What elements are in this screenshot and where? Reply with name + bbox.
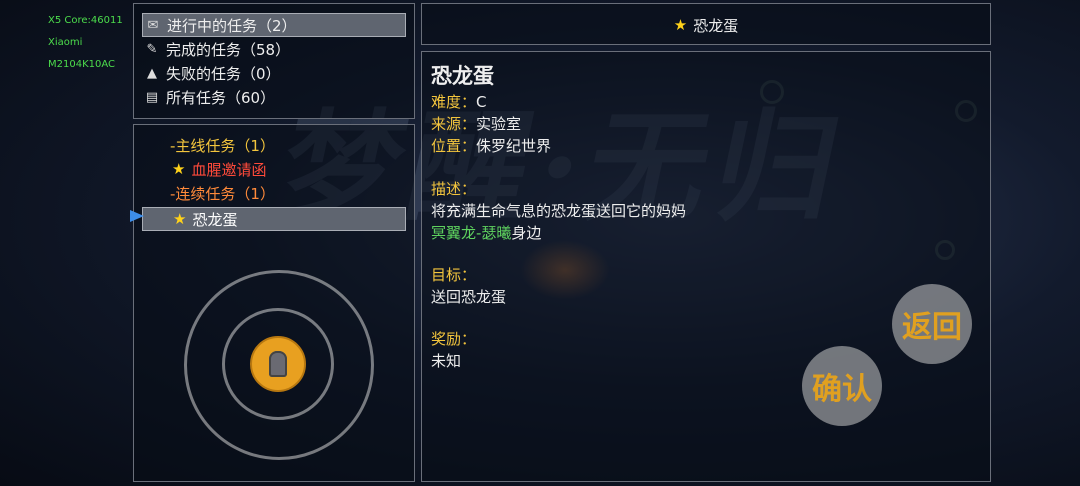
- npc-suffix: 身边: [511, 224, 542, 242]
- tree-quest-dino-egg-label: 恐龙蛋: [192, 210, 238, 229]
- difficulty-row: 难度：C: [431, 91, 487, 113]
- device-core-text: X5 Core:46011: [48, 15, 123, 26]
- character-icon: [269, 351, 287, 377]
- npc-name: 冥翼龙-瑟曦: [431, 224, 512, 242]
- book-icon: ▤: [145, 89, 159, 105]
- joystick-knob[interactable]: [250, 336, 306, 392]
- filter-completed[interactable]: ✎ 完成的任务（58）: [142, 37, 406, 61]
- description-npc-row: 冥翼龙-瑟曦身边: [431, 222, 541, 244]
- device-model-text: M2104K10AC: [48, 59, 116, 70]
- device-brand-text: Xiaomi: [48, 37, 83, 48]
- location-label: 位置：: [431, 137, 477, 155]
- tree-quest-invitation-label: 血腥邀请函: [191, 160, 267, 179]
- reward-label: 奖励：: [431, 330, 477, 348]
- selection-pointer-icon: [130, 210, 144, 222]
- star-icon: ★: [173, 210, 187, 228]
- filter-in-progress-label: 进行中的任务（2）: [167, 16, 297, 35]
- source-value: 实验室: [476, 115, 522, 133]
- goal-value: 送回恐龙蛋: [431, 288, 507, 306]
- difficulty-label: 难度：: [431, 93, 477, 111]
- device-info: X5 Core:46011 Xiaomi M2104K10AC: [48, 10, 123, 76]
- description-line: 将充满生命气息的恐龙蛋送回它的妈妈: [431, 202, 687, 220]
- confirm-button[interactable]: 确认: [802, 346, 882, 426]
- tree-group-main[interactable]: -主线任务（1）: [170, 133, 275, 157]
- filter-all-label: 所有任务（60）: [166, 88, 276, 107]
- quest-filter-panel: ✉ 进行中的任务（2） ✎ 完成的任务（58） ▲ 失败的任务（0） ▤ 所有任…: [133, 3, 415, 119]
- tree-group-main-label: -主线任务（1）: [170, 136, 275, 155]
- back-button[interactable]: 返回: [892, 284, 972, 364]
- quest-name: 恐龙蛋: [431, 64, 494, 88]
- source-label: 来源：: [431, 115, 477, 133]
- location-row: 位置：侏罗纪世界: [431, 135, 551, 157]
- tree-group-chain[interactable]: -连续任务（1）: [170, 181, 275, 205]
- filter-completed-label: 完成的任务（58）: [166, 40, 291, 59]
- filter-failed-label: 失败的任务（0）: [166, 64, 281, 83]
- location-value: 侏罗纪世界: [476, 137, 552, 155]
- quest-detail-panel: 恐龙蛋 难度：C 来源：实验室 位置：侏罗纪世界 描述： 将充满生命气息的恐龙蛋…: [421, 51, 991, 482]
- filter-in-progress[interactable]: ✉ 进行中的任务（2）: [142, 13, 406, 37]
- scroll-icon: ✎: [146, 41, 158, 57]
- tree-group-chain-label: -连续任务（1）: [170, 184, 275, 203]
- difficulty-value: C: [476, 93, 487, 111]
- document-icon: ✉: [147, 17, 159, 33]
- quest-title: ★ 恐龙蛋: [422, 4, 990, 46]
- tree-quest-dino-egg[interactable]: ★ 恐龙蛋: [142, 207, 406, 231]
- filter-all[interactable]: ▤ 所有任务（60）: [142, 85, 406, 109]
- tent-icon: ▲: [147, 65, 157, 81]
- quest-title-label: 恐龙蛋: [693, 16, 739, 35]
- reward-value: 未知: [431, 352, 462, 370]
- tree-quest-invitation[interactable]: ★ 血腥邀请函: [172, 157, 266, 181]
- source-row: 来源：实验室: [431, 113, 521, 135]
- goal-label: 目标：: [431, 266, 477, 284]
- star-icon: ★: [172, 160, 186, 178]
- quest-title-bar: ★ 恐龙蛋: [421, 3, 991, 45]
- description-label: 描述：: [431, 180, 477, 198]
- star-icon: ★: [673, 16, 688, 34]
- filter-failed[interactable]: ▲ 失败的任务（0）: [142, 61, 406, 85]
